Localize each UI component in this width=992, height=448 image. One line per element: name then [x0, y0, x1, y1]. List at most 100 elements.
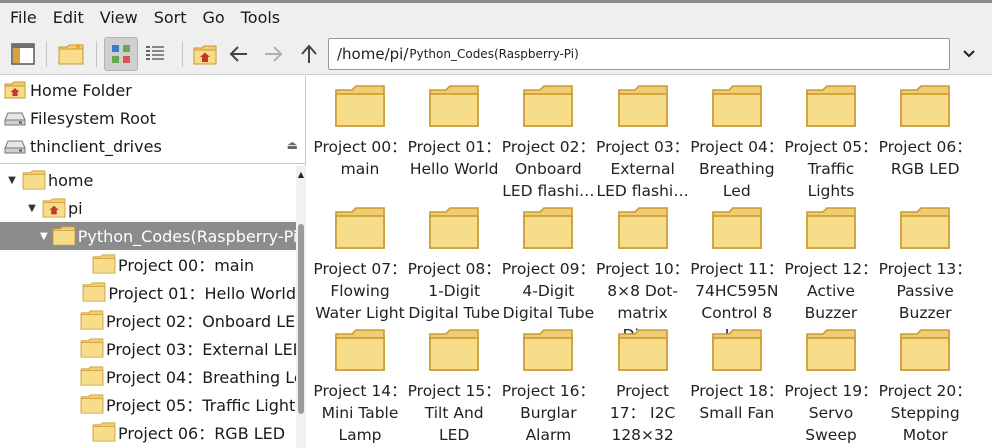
place-label: Filesystem Root — [30, 108, 156, 128]
menu-go[interactable]: Go — [195, 3, 233, 33]
folder-item[interactable]: Project 16： Burglar Alarm — [501, 328, 595, 446]
tree-scrollbar[interactable]: ▲ — [296, 166, 306, 448]
folder-item[interactable]: Project 17： I2C 128×32 LCD — [596, 328, 690, 448]
folder-label-line: Project 00： — [313, 138, 407, 156]
folder-icon — [806, 207, 856, 249]
folder-item[interactable]: Project 20： Stepping Motor — [878, 328, 972, 446]
folder-item[interactable]: Project 12： Active Buzzer — [784, 206, 878, 324]
folder-icon — [83, 282, 106, 302]
folder-icon — [429, 85, 479, 127]
folder-label: Project 08： 1-Digit Digital Tube — [407, 258, 501, 324]
folder-label-line: Traffic — [807, 160, 855, 178]
folder-icon — [711, 207, 762, 249]
expander-triangle-icon[interactable]: ▼ — [26, 203, 38, 214]
folder-item[interactable]: Project 08： 1-Digit Digital Tube — [407, 206, 501, 324]
toolbar-separator — [182, 41, 183, 67]
tree-node[interactable]: Project 02：Onboard LED flashing — [0, 306, 296, 334]
folder-item[interactable]: Project 04： Breathing Led — [690, 84, 784, 202]
menu-sort[interactable]: Sort — [146, 3, 195, 33]
expander-triangle-icon[interactable]: ▼ — [6, 175, 18, 186]
folder-label-line: 1-Digit — [428, 282, 481, 300]
folder-item[interactable]: Project 00： main — [313, 84, 407, 180]
folder-item[interactable]: Project 11：74HC595NControl 8 L… — [690, 206, 784, 346]
place-thinclient-drives[interactable]: thinclient_drives ⏏ — [4, 133, 302, 159]
tree-node[interactable]: Project 06：RGB LED — [0, 418, 296, 446]
folder-item[interactable]: Project 09： 4-Digit Digital Tube — [501, 206, 595, 324]
folder-label-line: External — [610, 160, 675, 178]
forward-button[interactable] — [256, 37, 290, 71]
folder-label-line: Project 14： — [313, 382, 407, 400]
home-folder-icon — [42, 198, 66, 218]
tree-node[interactable]: Project 00：main — [0, 250, 296, 278]
forward-arrow-icon — [265, 46, 283, 62]
folder-label-line: Digital Tube — [408, 304, 500, 322]
sidepane-toggle-button[interactable] — [6, 37, 40, 71]
folder-icon — [523, 85, 574, 127]
home-button[interactable] — [188, 37, 222, 71]
side-pane: Home Folder Filesystem Root thinclient_d… — [0, 76, 306, 448]
tree-node[interactable]: Project 04：Breathing Led — [0, 362, 296, 390]
folder-item[interactable]: Project 01： Hello World — [407, 84, 501, 180]
folder-label: Project 19： Servo Sweep — [784, 380, 878, 446]
location-bar[interactable]: /home/pi/Python_Codes(Raspberry-Pi) — [328, 38, 950, 70]
menu-view[interactable]: View — [92, 3, 146, 33]
folder-icon — [900, 207, 950, 249]
place-filesystem-root[interactable]: Filesystem Root — [4, 105, 302, 131]
tree-node[interactable]: ▼ home — [0, 166, 296, 194]
location-path: /home/pi/ — [337, 45, 409, 63]
tree-node[interactable]: Project 01：Hello World — [0, 278, 296, 306]
folder-item[interactable]: Project 03： External LED flashi… — [596, 84, 690, 202]
folder-item[interactable]: Project 07： Flowing Water Light — [313, 206, 407, 324]
folder-label: Project 07： Flowing Water Light — [313, 258, 407, 324]
places-list: Home Folder Filesystem Root thinclient_d… — [0, 76, 306, 164]
folder-icon — [523, 329, 574, 371]
eject-icon[interactable]: ⏏ — [287, 138, 298, 152]
list-view-button[interactable] — [138, 37, 172, 71]
folder-icon — [429, 207, 479, 249]
drive-icon — [4, 109, 26, 127]
folder-icon — [80, 394, 104, 414]
tree-node-label: Project 06：RGB LED — [118, 424, 286, 443]
tree-node-label: Project 02：Onboard LED flashing — [106, 312, 296, 331]
folder-label-line: Project 09： — [501, 260, 595, 278]
menu-tools[interactable]: Tools — [233, 3, 288, 33]
folder-label-line: Project 13： — [878, 260, 972, 278]
folder-label-line: Led — [722, 182, 751, 200]
folder-label: Project 14： Mini Table Lamp — [313, 380, 407, 446]
folder-label: Project 06： RGB LED — [878, 136, 972, 180]
folder-item[interactable]: Project 15： Tilt And LED — [407, 328, 501, 446]
tree-node[interactable]: Project 05：Traffic Lights — [0, 390, 296, 418]
new-folder-button[interactable] — [54, 37, 88, 71]
folder-item[interactable]: Project 18： Small Fan — [690, 328, 784, 424]
menu-file[interactable]: File — [2, 3, 45, 33]
scrollbar-thumb[interactable] — [298, 224, 304, 414]
folder-item[interactable]: Project 14： Mini Table Lamp — [313, 328, 407, 446]
up-button[interactable] — [292, 37, 326, 71]
location-history-dropdown[interactable] — [956, 42, 982, 66]
icon-view-button[interactable] — [104, 37, 138, 71]
folder-label: Project 17： I2C 128×32 LCD — [596, 380, 690, 448]
back-button[interactable] — [222, 37, 256, 71]
folder-item[interactable]: Project 10：8×8 Dot-matrix Dis… — [596, 206, 690, 346]
folder-item[interactable]: Project 05： Traffic Lights — [784, 84, 878, 202]
tree-node[interactable]: ▼ pi — [0, 194, 296, 222]
folder-label-line: Project 03： — [596, 138, 690, 156]
folder-icon — [900, 329, 950, 371]
folder-label: Project 18： Small Fan — [690, 380, 784, 424]
scroll-up-arrow-icon[interactable]: ▲ — [296, 170, 306, 179]
folder-label-line: Project 08： — [407, 260, 501, 278]
folder-label-line: 4-Digit — [522, 282, 575, 300]
folder-label-line: Project 06： — [878, 138, 972, 156]
folder-item[interactable]: Project 02： Onboard LED flashi… — [501, 84, 595, 202]
folder-item[interactable]: Project 06： RGB LED — [878, 84, 972, 180]
tree-node[interactable]: ▼ Python_Codes(Raspberry-Pi) — [0, 222, 296, 250]
tree-node[interactable]: Project 03：External LED flashing — [0, 334, 296, 362]
folder-label-line: Hello World — [409, 160, 499, 178]
folder-label-line: Project 10： — [596, 260, 690, 278]
menu-edit[interactable]: Edit — [45, 3, 92, 33]
folder-item[interactable]: Project 19： Servo Sweep — [784, 328, 878, 446]
folder-label-line: Lights — [807, 182, 855, 200]
expander-triangle-icon[interactable]: ▼ — [40, 231, 48, 242]
folder-item[interactable]: Project 13： Passive Buzzer — [878, 206, 972, 324]
place-home-folder[interactable]: Home Folder — [4, 77, 302, 103]
